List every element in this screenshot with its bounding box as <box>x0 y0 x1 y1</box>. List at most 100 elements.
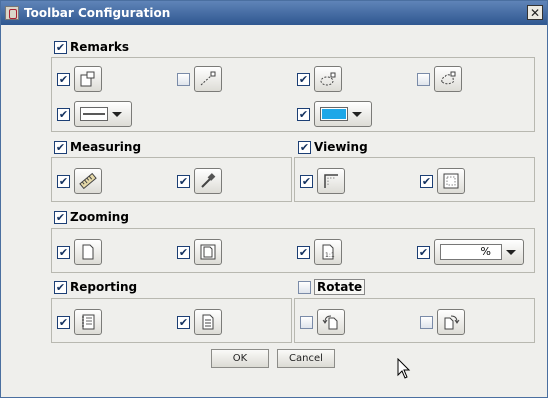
fit-page-checkbox[interactable] <box>57 245 70 259</box>
color-checkbox[interactable] <box>297 107 310 121</box>
corner-view-button[interactable] <box>317 168 345 194</box>
notebook-button[interactable] <box>74 309 102 335</box>
report-button[interactable] <box>194 309 222 335</box>
cancel-button[interactable]: Cancel <box>277 349 335 368</box>
ellipse-icon <box>320 72 336 86</box>
actual-size-icon: 1:1 <box>322 244 335 260</box>
remarks-item-color <box>297 101 372 127</box>
measuring-panel <box>51 157 292 202</box>
rotate-item-right <box>420 309 465 335</box>
section-reporting: Reporting <box>54 279 137 295</box>
cloud-icon <box>441 71 456 85</box>
remarks-checkbox[interactable] <box>54 40 67 54</box>
measuring-checkbox[interactable] <box>54 140 67 154</box>
cloud-checkbox[interactable] <box>417 72 430 86</box>
java-cup-icon <box>5 6 19 20</box>
zoom-percent-checkbox[interactable] <box>417 245 430 259</box>
frame-view-icon <box>443 173 459 189</box>
toolbar-configuration-dialog: Toolbar Configuration ✕ Remarks <box>0 0 548 398</box>
reporting-label: Reporting <box>70 280 138 294</box>
fit-width-checkbox[interactable] <box>177 245 190 259</box>
section-rotate: Rotate <box>298 279 366 295</box>
section-viewing: Viewing <box>298 139 368 155</box>
ok-button[interactable]: OK <box>211 349 269 368</box>
notebook-icon <box>82 314 95 330</box>
chevron-down-icon <box>112 111 122 117</box>
remarks-item-line <box>177 66 222 92</box>
zooming-item-fit-page <box>57 239 102 265</box>
line-tool-button[interactable] <box>194 66 222 92</box>
notebook-checkbox[interactable] <box>57 315 70 329</box>
title-bar[interactable]: Toolbar Configuration ✕ <box>1 1 547 25</box>
zooming-checkbox[interactable] <box>54 210 67 224</box>
eyedropper-icon <box>201 173 216 188</box>
ruler-tool-button[interactable] <box>74 168 102 194</box>
viewing-item-frame <box>420 168 465 194</box>
rotate-item-left <box>300 309 345 335</box>
eyedropper-checkbox[interactable] <box>177 174 190 188</box>
line-style-checkbox[interactable] <box>57 107 70 121</box>
zooming-label: Zooming <box>70 210 129 224</box>
note-tool-button[interactable] <box>74 66 102 92</box>
viewing-label: Viewing <box>314 140 368 154</box>
remarks-item-ellipse <box>297 66 342 92</box>
reporting-item-report <box>177 309 222 335</box>
ellipse-checkbox[interactable] <box>297 72 310 86</box>
report-checkbox[interactable] <box>177 315 190 329</box>
chevron-down-icon <box>352 111 362 117</box>
color-swatch-icon <box>320 107 348 121</box>
note-checkbox[interactable] <box>57 72 70 86</box>
rotate-right-icon <box>444 315 460 330</box>
remarks-item-note <box>57 66 102 92</box>
ruler-icon <box>79 172 97 190</box>
chevron-down-icon <box>506 249 516 255</box>
color-combo[interactable] <box>314 101 372 127</box>
reporting-item-notebook <box>57 309 102 335</box>
zoom-percent-value[interactable]: % <box>440 244 502 260</box>
rotate-right-button[interactable] <box>437 309 465 335</box>
frame-view-button[interactable] <box>437 168 465 194</box>
line-style-icon <box>80 107 108 121</box>
measuring-label: Measuring <box>70 140 142 154</box>
reporting-checkbox[interactable] <box>54 280 67 294</box>
eyedropper-tool-button[interactable] <box>194 168 222 194</box>
viewing-checkbox[interactable] <box>298 140 311 154</box>
cloud-tool-button[interactable] <box>434 66 462 92</box>
section-measuring: Measuring <box>54 139 141 155</box>
remarks-item-cloud <box>417 66 462 92</box>
rotate-left-icon <box>322 315 338 330</box>
remarks-label: Remarks <box>70 40 130 54</box>
fit-width-icon <box>200 244 216 260</box>
mouse-cursor-icon <box>397 358 411 379</box>
remarks-item-line-style <box>57 101 132 127</box>
rotate-checkbox[interactable] <box>298 280 311 294</box>
fit-page-icon <box>82 244 94 260</box>
svg-text:1:1: 1:1 <box>325 252 335 259</box>
frame-view-checkbox[interactable] <box>420 174 433 188</box>
zooming-item-zoom-percent: % <box>417 239 524 265</box>
remarks-panel <box>51 57 535 132</box>
ruler-checkbox[interactable] <box>57 174 70 188</box>
line-checkbox[interactable] <box>177 72 190 86</box>
fit-page-button[interactable] <box>74 239 102 265</box>
rotate-left-checkbox[interactable] <box>300 315 313 329</box>
rotate-left-button[interactable] <box>317 309 345 335</box>
note-icon <box>80 71 95 87</box>
viewing-panel <box>294 157 535 202</box>
actual-size-checkbox[interactable] <box>297 245 310 259</box>
zoom-percent-combo[interactable]: % <box>434 239 524 265</box>
actual-size-button[interactable]: 1:1 <box>314 239 342 265</box>
viewing-item-corner <box>300 168 345 194</box>
reporting-panel <box>51 298 292 343</box>
report-icon <box>202 314 214 330</box>
close-button[interactable]: ✕ <box>527 5 543 20</box>
corner-view-icon <box>324 174 338 188</box>
fit-width-button[interactable] <box>194 239 222 265</box>
measuring-item-ruler <box>57 168 102 194</box>
rotate-right-checkbox[interactable] <box>420 315 433 329</box>
line-style-combo[interactable] <box>74 101 132 127</box>
ellipse-tool-button[interactable] <box>314 66 342 92</box>
section-zooming: Zooming <box>54 209 129 225</box>
section-remarks: Remarks <box>54 39 129 55</box>
corner-view-checkbox[interactable] <box>300 174 313 188</box>
